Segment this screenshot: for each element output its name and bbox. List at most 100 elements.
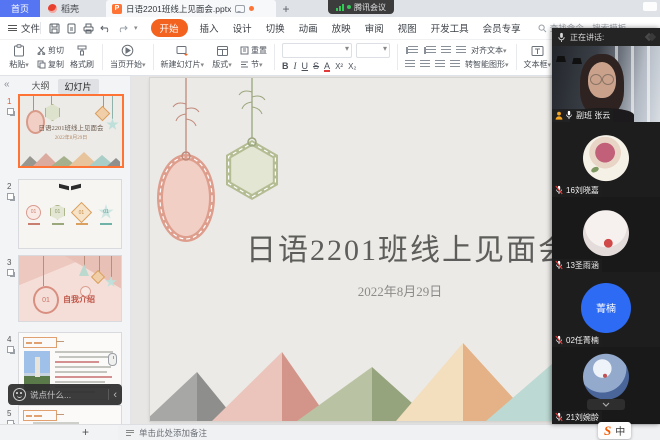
quick-access-toolbar: ▾	[49, 23, 138, 34]
file-menu[interactable]: 文件	[21, 21, 40, 35]
participant-name-bar: 21刘婉龄	[552, 411, 602, 424]
undo-icon[interactable]	[100, 23, 111, 33]
justify-icon[interactable]	[450, 60, 460, 69]
new-tab-button[interactable]: +	[276, 0, 296, 17]
notes-bar[interactable]: 单击此处添加备注	[118, 424, 660, 440]
ribbon-tab-view[interactable]: 视图	[398, 21, 417, 35]
avatar-initials: 菁楠	[581, 283, 631, 333]
number-list-icon[interactable]	[426, 46, 436, 55]
tab-docer[interactable]: 稻壳	[40, 0, 106, 17]
participant-tile-2[interactable]: 16刘晓嘉	[552, 122, 660, 198]
search-icon	[538, 24, 547, 33]
ribbon-tab-animation[interactable]: 动画	[299, 21, 318, 35]
slide-thumbnail-2[interactable]: 01 01 01 01	[18, 179, 122, 249]
decrease-indent-icon[interactable]	[441, 46, 451, 55]
chat-input-placeholder[interactable]: 说点什么...	[30, 389, 71, 401]
font-family-select[interactable]	[282, 43, 352, 58]
italic-button[interactable]: I	[294, 61, 297, 71]
ribbon-tab-transition[interactable]: 切换	[266, 21, 285, 35]
tencent-meeting-badge[interactable]: 腾讯会议	[328, 0, 394, 14]
participant-name: 13圣雨涵	[566, 260, 599, 271]
thumb5-heading-box	[23, 410, 57, 421]
ribbon-tab-home[interactable]: 开始	[151, 19, 188, 37]
align-right-icon[interactable]	[435, 60, 445, 69]
participant-name-bar: 副班 张云	[552, 109, 613, 122]
notes-placeholder: 单击此处添加备注	[139, 427, 207, 439]
participant-tile-1[interactable]: 副班 张云	[552, 46, 660, 123]
ribbon-tab-review[interactable]: 审阅	[365, 21, 384, 35]
print-icon[interactable]	[83, 23, 94, 34]
thumb2-logo	[59, 185, 81, 189]
font-color-button[interactable]: A	[324, 61, 330, 71]
meeting-logo-icon	[646, 34, 655, 40]
align-text-button[interactable]: 对齐文本▾	[471, 45, 507, 56]
save-icon[interactable]	[49, 23, 60, 34]
tab-document[interactable]: P 日语2201班线上见面会.pptx	[106, 0, 276, 17]
font-size-select[interactable]	[356, 43, 390, 58]
brush-icon	[76, 45, 88, 57]
ornament-hexagon	[45, 104, 60, 121]
strikethrough-button[interactable]: S	[313, 61, 319, 71]
meeting-chat-bubble[interactable]: 说点什么... ‹	[8, 384, 122, 405]
bold-button[interactable]: B	[282, 61, 289, 71]
tab-outline[interactable]: 大纲	[31, 79, 49, 94]
slide-thumbnail-3[interactable]: 01 自我介绍	[18, 255, 122, 322]
format-painter-button[interactable]: 格式刷	[69, 45, 95, 70]
chevron-down-button[interactable]	[587, 399, 625, 410]
comment-icon[interactable]	[235, 5, 245, 13]
copy-button[interactable]: 复制	[37, 59, 64, 70]
play-icon	[121, 44, 134, 57]
new-slide-button[interactable]: 新建幻灯片▾	[161, 45, 205, 70]
qat-more-caret[interactable]: ▾	[134, 24, 138, 32]
window-control[interactable]	[643, 2, 657, 11]
reset-button[interactable]: 重置	[240, 45, 267, 56]
redo-icon[interactable]	[117, 23, 128, 33]
slide-thumbnail-1[interactable]: 日语2201班线上见面会 2022年8月29日	[18, 94, 124, 168]
toc-circle-ornament: 01	[26, 205, 41, 220]
paste-button[interactable]: 粘贴▾	[6, 44, 32, 70]
participant-name-bar: 02任菁楠	[552, 334, 602, 347]
reset-icon	[240, 46, 249, 55]
ime-language[interactable]: 中	[615, 423, 625, 438]
ribbon-tab-insert[interactable]: 插入	[200, 21, 219, 35]
hamburger-icon[interactable]	[8, 25, 17, 31]
superscript-button[interactable]: X²	[335, 62, 343, 71]
export-icon[interactable]	[66, 23, 77, 34]
collapse-bubble-icon[interactable]: ‹	[113, 389, 117, 401]
section-button[interactable]: 节▾	[240, 59, 267, 70]
bullet-list-icon[interactable]	[408, 46, 418, 55]
align-left-icon[interactable]	[405, 60, 415, 69]
underline-button[interactable]: U	[302, 61, 309, 71]
participant-tile-3[interactable]: 13圣雨涵	[552, 197, 660, 273]
play-from-current-button[interactable]: 当页开始▾	[110, 44, 146, 70]
increase-indent-icon[interactable]	[456, 46, 466, 55]
home-button[interactable]: 首页	[0, 0, 40, 17]
mic-icon	[557, 32, 566, 43]
participant-name: 21刘婉龄	[566, 412, 599, 423]
textbox-button[interactable]: 文本框▾	[524, 45, 552, 70]
cut-button[interactable]: 剪切	[37, 45, 64, 56]
to-smartart-button[interactable]: 转智能图形▾	[465, 59, 509, 70]
slide-number-4: 4	[7, 335, 11, 344]
panel-bottom-bar: +	[0, 424, 118, 440]
ime-indicator[interactable]: S 中	[598, 422, 631, 439]
emoji-icon[interactable]	[13, 388, 26, 401]
participant-tile-5[interactable]: 21刘婉龄	[552, 347, 660, 424]
slide-title[interactable]: 日语2201班线上见面会	[246, 234, 570, 267]
slide-date[interactable]: 2022年8月29日	[358, 284, 443, 299]
subscript-button[interactable]: X₂	[348, 62, 356, 71]
animation-icon	[7, 108, 14, 115]
participant-tile-4[interactable]: 菁楠 02任菁楠	[552, 272, 660, 348]
mic-muted-icon	[555, 335, 564, 346]
layout-button[interactable]: 版式▾	[209, 45, 235, 70]
meeting-panel: 正在讲话: 副班 张云	[552, 28, 660, 424]
align-center-icon[interactable]	[420, 60, 430, 69]
document-title: 日语2201班线上见面会.pptx	[126, 3, 231, 15]
tab-slides[interactable]: 幻灯片	[58, 79, 99, 94]
ribbon-tab-developer[interactable]: 开发工具	[431, 21, 469, 35]
ribbon-tab-slideshow[interactable]: 放映	[332, 21, 351, 35]
add-slide-button[interactable]: +	[82, 425, 89, 439]
ribbon-tab-design[interactable]: 设计	[233, 21, 252, 35]
collapse-panel-icon[interactable]: «	[4, 79, 10, 90]
ribbon-tab-member[interactable]: 会员专享	[483, 21, 521, 35]
